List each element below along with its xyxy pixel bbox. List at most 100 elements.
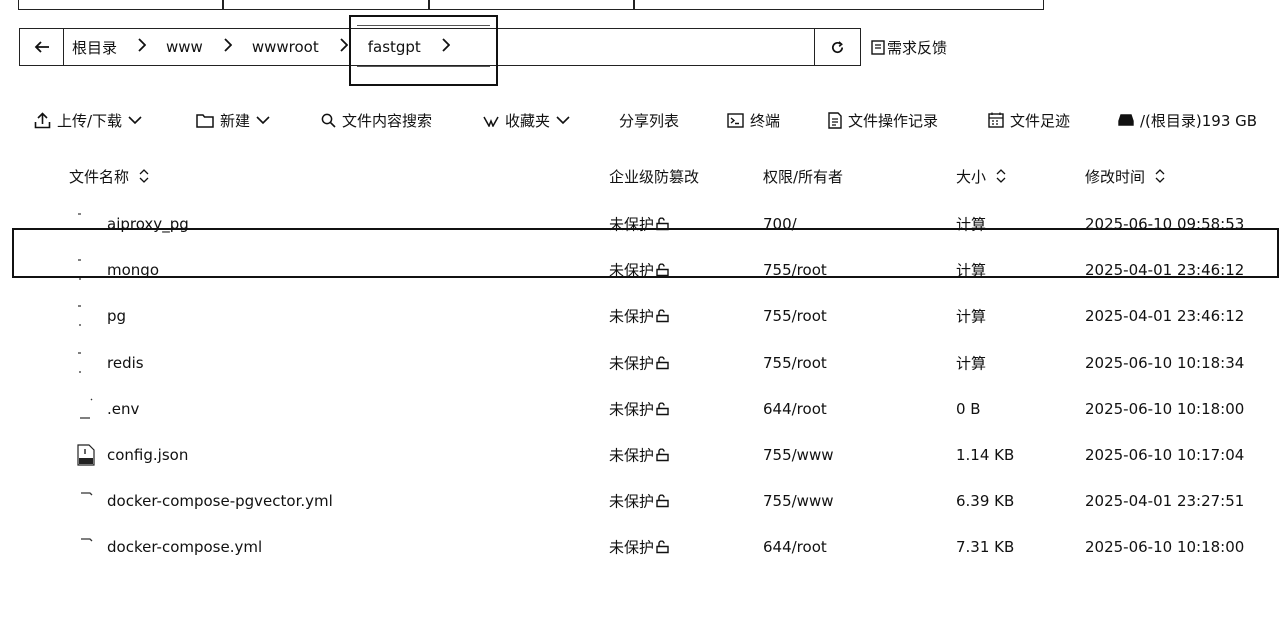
modified-time: 2025-06-10 09:58:53 bbox=[1085, 215, 1245, 234]
table-header: 文件名称 企业级防篡改 权限/所有者 大小 修改时间 bbox=[0, 166, 1280, 190]
permission-owner[interactable]: 755/root bbox=[763, 354, 827, 372]
document-log-icon bbox=[828, 111, 842, 129]
header-perm: 权限/所有者 bbox=[763, 168, 844, 186]
unlock-icon bbox=[656, 356, 669, 369]
table-row[interactable]: redis 未保护 755/root 计算 2025-06-10 10:18:3… bbox=[0, 340, 1280, 386]
bookmark-icon bbox=[483, 116, 499, 127]
crumb-wwwroot[interactable]: wwwroot bbox=[250, 38, 321, 56]
size-value: 1.14 KB bbox=[956, 446, 1015, 465]
protect-status[interactable]: 未保护 bbox=[609, 445, 669, 466]
modified-time: 2025-06-10 10:17:04 bbox=[1085, 446, 1245, 465]
unlock-icon bbox=[656, 402, 669, 416]
operation-log-button[interactable]: 文件操作记录 bbox=[828, 110, 938, 131]
toolbar: 上传/下载 新建 文件内容搜索 收藏夹 分享列表 终端 文件操作记录 文件足迹 … bbox=[34, 108, 1262, 132]
chevron-down-icon bbox=[556, 115, 570, 124]
crumb-fastgpt[interactable]: fastgpt bbox=[366, 38, 423, 56]
table-row[interactable]: pg 未保护 755/root 计算 2025-04-01 23:46:12 bbox=[0, 293, 1280, 339]
refresh-button[interactable] bbox=[815, 28, 861, 66]
refresh-icon bbox=[831, 40, 844, 53]
file-name[interactable]: pg bbox=[107, 307, 126, 325]
content-search-button[interactable]: 文件内容搜索 bbox=[321, 110, 432, 131]
protect-status[interactable]: 未保护 bbox=[609, 491, 669, 512]
table-row[interactable]: mongo 未保护 755/root 计算 2025-04-01 23:46:1… bbox=[0, 247, 1280, 293]
size-value: 6.39 KB bbox=[956, 492, 1015, 511]
size-value[interactable]: 计算 bbox=[956, 260, 986, 281]
file-icon bbox=[76, 536, 96, 558]
protect-status[interactable]: 未保护 bbox=[609, 352, 669, 373]
upload-download-button[interactable]: 上传/下载 bbox=[34, 110, 142, 131]
protect-status[interactable]: 未保护 bbox=[609, 398, 669, 419]
chevron-right-icon bbox=[321, 38, 366, 56]
table-row[interactable]: aiproxy_pg 未保护 700/ 计算 2025-06-10 09:58:… bbox=[0, 201, 1280, 247]
calendar-icon bbox=[988, 112, 1004, 128]
permission-owner[interactable]: 644/root bbox=[763, 538, 827, 556]
disk-icon bbox=[1118, 114, 1134, 126]
feedback-icon bbox=[871, 39, 885, 55]
unlock-icon bbox=[656, 263, 669, 277]
modified-time: 2025-04-01 23:46:12 bbox=[1085, 261, 1245, 280]
back-button[interactable] bbox=[19, 28, 63, 66]
protect-status[interactable]: 未保护 bbox=[609, 214, 669, 235]
footprint-button[interactable]: 文件足迹 bbox=[988, 110, 1070, 131]
upload-icon bbox=[34, 111, 51, 128]
permission-owner[interactable]: 755/www bbox=[763, 492, 834, 510]
size-value: 0 B bbox=[956, 399, 981, 418]
file-icon bbox=[76, 490, 96, 512]
folder-icon bbox=[76, 213, 96, 235]
modified-time: 2025-06-10 10:18:00 bbox=[1085, 538, 1245, 557]
modified-time: 2025-04-01 23:27:51 bbox=[1085, 492, 1245, 511]
arrow-left-icon bbox=[34, 41, 49, 53]
size-value[interactable]: 计算 bbox=[956, 352, 986, 373]
folder-icon bbox=[196, 113, 214, 128]
feedback-label: 需求反馈 bbox=[887, 38, 948, 57]
chevron-right-icon bbox=[119, 38, 164, 56]
file-name[interactable]: redis bbox=[107, 354, 144, 372]
header-mtime[interactable]: 修改时间 bbox=[1085, 166, 1165, 187]
table-row[interactable]: config.json 未保护 755/www 1.14 KB 2025-06-… bbox=[0, 432, 1280, 478]
protect-status[interactable]: 未保护 bbox=[609, 260, 669, 281]
crumb-root[interactable]: 根目录 bbox=[64, 37, 119, 58]
share-list-button[interactable]: 分享列表 bbox=[619, 110, 679, 131]
chevron-down-icon bbox=[128, 115, 142, 124]
protect-status[interactable]: 未保护 bbox=[609, 306, 669, 327]
file-icon bbox=[76, 398, 96, 420]
unlock-icon bbox=[656, 309, 669, 323]
terminal-button[interactable]: 终端 bbox=[727, 110, 780, 131]
header-protect: 企业级防篡改 bbox=[609, 168, 700, 186]
modified-time: 2025-06-10 10:18:00 bbox=[1085, 399, 1245, 418]
sort-icon bbox=[996, 168, 1006, 185]
unlock-icon bbox=[656, 217, 669, 231]
header-name[interactable]: 文件名称 bbox=[69, 166, 149, 187]
file-name[interactable]: mongo bbox=[107, 261, 159, 279]
table-row[interactable]: docker-compose-pgvector.yml 未保护 755/www … bbox=[0, 478, 1280, 524]
favorites-button[interactable]: 收藏夹 bbox=[483, 110, 570, 131]
disk-button[interactable]: /(根目录)193 GB bbox=[1118, 110, 1257, 131]
permission-owner[interactable]: 644/root bbox=[763, 400, 827, 418]
new-button[interactable]: 新建 bbox=[196, 110, 270, 131]
table-row[interactable]: .env 未保护 644/root 0 B 2025-06-10 10:18:0… bbox=[0, 386, 1280, 432]
permission-owner[interactable]: 755/root bbox=[763, 261, 827, 279]
size-value: 7.31 KB bbox=[956, 538, 1015, 557]
sort-icon bbox=[1155, 168, 1165, 185]
size-value[interactable]: 计算 bbox=[956, 214, 986, 235]
file-name[interactable]: docker-compose-pgvector.yml bbox=[107, 492, 333, 510]
folder-icon bbox=[76, 259, 96, 281]
header-size[interactable]: 大小 bbox=[956, 166, 1006, 187]
protect-status[interactable]: 未保护 bbox=[609, 537, 669, 558]
file-manager: 根目录 www wwwroot fastgpt 需求反馈 上传/下载 新建 文件… bbox=[0, 0, 1280, 620]
permission-owner[interactable]: 755/www bbox=[763, 446, 834, 464]
crumb-www[interactable]: www bbox=[164, 38, 205, 56]
feedback-link[interactable]: 需求反馈 bbox=[871, 37, 947, 58]
table-row[interactable]: docker-compose.yml 未保护 644/root 7.31 KB … bbox=[0, 524, 1280, 570]
file-name[interactable]: config.json bbox=[107, 446, 188, 464]
folder-icon bbox=[76, 305, 96, 327]
file-name[interactable]: .env bbox=[107, 400, 139, 418]
file-name[interactable]: aiproxy_pg bbox=[107, 215, 189, 233]
permission-owner[interactable]: 700/ bbox=[763, 215, 797, 233]
search-icon bbox=[321, 113, 336, 128]
size-value[interactable]: 计算 bbox=[956, 306, 986, 327]
sort-icon bbox=[139, 168, 149, 185]
permission-owner[interactable]: 755/root bbox=[763, 307, 827, 325]
file-name[interactable]: docker-compose.yml bbox=[107, 538, 262, 556]
unlock-icon bbox=[656, 540, 669, 554]
